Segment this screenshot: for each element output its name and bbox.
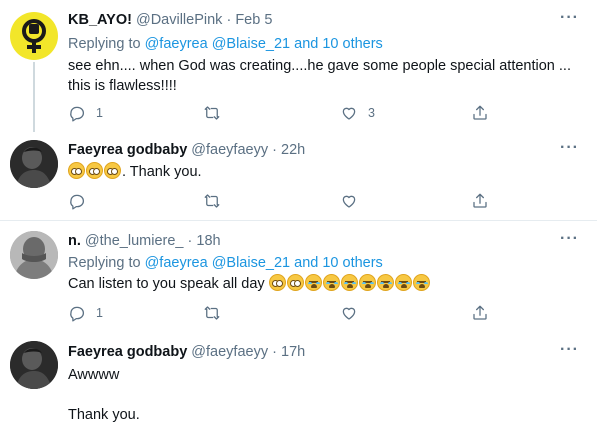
tweet-text: see ehn.... when God was creating....he …	[68, 56, 571, 96]
like-button[interactable]: 3	[340, 103, 375, 123]
reply-icon	[70, 306, 85, 322]
tweet-text: . Thank you.	[68, 162, 202, 182]
more-icon[interactable]: ···	[560, 341, 579, 359]
pleading-face-emoji	[68, 162, 85, 179]
retweet-icon	[204, 106, 220, 120]
retweet-button[interactable]	[203, 103, 221, 123]
tweet-text-line: Awwww	[68, 367, 120, 383]
share-icon	[473, 105, 487, 120]
reply-count: 1	[96, 106, 103, 120]
tweet-text-line: this is flawless!!!!	[68, 78, 177, 94]
tweet-text-line: see ehn.... when God was creating....he …	[68, 58, 571, 74]
timestamp[interactable]: 17h	[281, 344, 305, 360]
retweet-icon	[204, 194, 220, 208]
avatar[interactable]	[10, 12, 58, 60]
like-icon	[342, 195, 356, 208]
tweet-actions: 1 3	[68, 103, 538, 123]
more-icon[interactable]: ···	[560, 139, 579, 157]
display-name[interactable]: n.	[68, 233, 81, 249]
pleading-face-emoji	[268, 274, 286, 291]
timestamp[interactable]: 18h	[196, 233, 220, 249]
share-icon	[473, 305, 487, 320]
like-count: 3	[368, 106, 375, 120]
pleading-face-emoji	[286, 274, 304, 291]
user-handle[interactable]: @faeyfaeyy	[191, 344, 268, 360]
tweet-header: n. @the_lumiere_ · 18h	[68, 233, 221, 249]
display-name[interactable]: Faeyrea godbaby	[68, 344, 187, 360]
profile-photo-icon	[10, 341, 58, 389]
replying-mentions[interactable]: @faeyrea @Blaise_21 and 10 others	[145, 36, 383, 52]
tweet-actions	[68, 191, 538, 211]
like-button[interactable]	[340, 191, 358, 211]
tweet-header: KB_AYO! @DavillePink · Feb 5	[68, 12, 272, 28]
separator-dot: ·	[272, 344, 277, 360]
more-icon[interactable]: ···	[560, 9, 579, 27]
share-button[interactable]	[471, 303, 489, 323]
tweet-header: Faeyrea godbaby @faeyfaeyy · 22h	[68, 142, 305, 158]
loudly-crying-emoji	[394, 274, 412, 291]
loudly-crying-emoji	[412, 274, 430, 291]
replying-to: Replying to @faeyrea @Blaise_21 and 10 o…	[68, 36, 383, 52]
tweet-the-lumiere[interactable]: n. @the_lumiere_ · 18h ··· Replying to @…	[0, 221, 597, 331]
retweet-button[interactable]	[203, 303, 221, 323]
tweet-text-content: Can listen to you speak all day	[68, 276, 265, 292]
reply-icon	[70, 106, 85, 122]
tweet-text-content: . Thank you.	[122, 164, 202, 180]
reply-button[interactable]	[68, 191, 86, 211]
like-button[interactable]	[340, 303, 358, 323]
retweet-button[interactable]	[203, 191, 221, 211]
user-handle[interactable]: @the_lumiere_	[85, 233, 184, 249]
thread-line	[33, 62, 35, 132]
like-icon	[342, 107, 356, 120]
feminist-symbol-avatar-icon	[22, 19, 46, 53]
reply-button[interactable]: 1	[68, 103, 103, 123]
tweet-faeyrea-reply[interactable]: Faeyrea godbaby @faeyfaeyy · 22h ··· . T…	[0, 128, 597, 218]
separator-dot: ·	[272, 142, 277, 158]
share-icon	[473, 193, 487, 208]
share-button[interactable]	[471, 191, 489, 211]
separator-dot: ·	[187, 233, 193, 249]
loudly-crying-emoji	[340, 274, 358, 291]
replying-mentions[interactable]: @faeyrea @Blaise_21 and 10 others	[145, 255, 383, 271]
profile-photo-icon	[10, 140, 58, 188]
avatar[interactable]	[10, 341, 58, 389]
retweet-icon	[204, 306, 220, 320]
avatar[interactable]	[10, 231, 58, 279]
share-button[interactable]	[471, 103, 489, 123]
loudly-crying-emoji	[322, 274, 340, 291]
avatar[interactable]	[10, 140, 58, 188]
display-name[interactable]: KB_AYO!	[68, 12, 132, 28]
reply-icon	[70, 194, 85, 210]
loudly-crying-emoji	[376, 274, 394, 291]
loudly-crying-emoji	[304, 274, 322, 291]
tweet-text-line: Thank you.	[68, 407, 140, 423]
tweet-text: Awwww Thank you.	[68, 365, 140, 425]
tweet-kb-ayo[interactable]: KB_AYO! @DavillePink · Feb 5 ··· Replyin…	[0, 0, 597, 140]
profile-photo-icon	[10, 231, 58, 279]
more-icon[interactable]: ···	[560, 230, 579, 248]
timestamp[interactable]: Feb 5	[235, 12, 272, 28]
display-name[interactable]: Faeyrea godbaby	[68, 142, 187, 158]
tweet-actions: 1	[68, 303, 538, 323]
user-handle[interactable]: @DavillePink	[136, 12, 222, 28]
timestamp[interactable]: 22h	[281, 142, 305, 158]
replying-prefix: Replying to	[68, 36, 141, 52]
separator-dot: ·	[226, 12, 232, 28]
tweet-text: Can listen to you speak all day	[68, 274, 431, 294]
tweet-header: Faeyrea godbaby @faeyfaeyy · 17h	[68, 344, 305, 360]
tweet-faeyrea-reply-2[interactable]: Faeyrea godbaby @faeyfaeyy · 17h ··· Aww…	[0, 331, 597, 425]
reply-button[interactable]: 1	[68, 303, 103, 323]
user-handle[interactable]: @faeyfaeyy	[191, 142, 268, 158]
pleading-face-emoji	[104, 162, 121, 179]
replying-to: Replying to @faeyrea @Blaise_21 and 10 o…	[68, 255, 383, 271]
pleading-face-emoji	[86, 162, 103, 179]
loudly-crying-emoji	[358, 274, 376, 291]
replying-prefix: Replying to	[68, 255, 141, 271]
like-icon	[342, 307, 356, 320]
reply-count: 1	[96, 306, 103, 320]
